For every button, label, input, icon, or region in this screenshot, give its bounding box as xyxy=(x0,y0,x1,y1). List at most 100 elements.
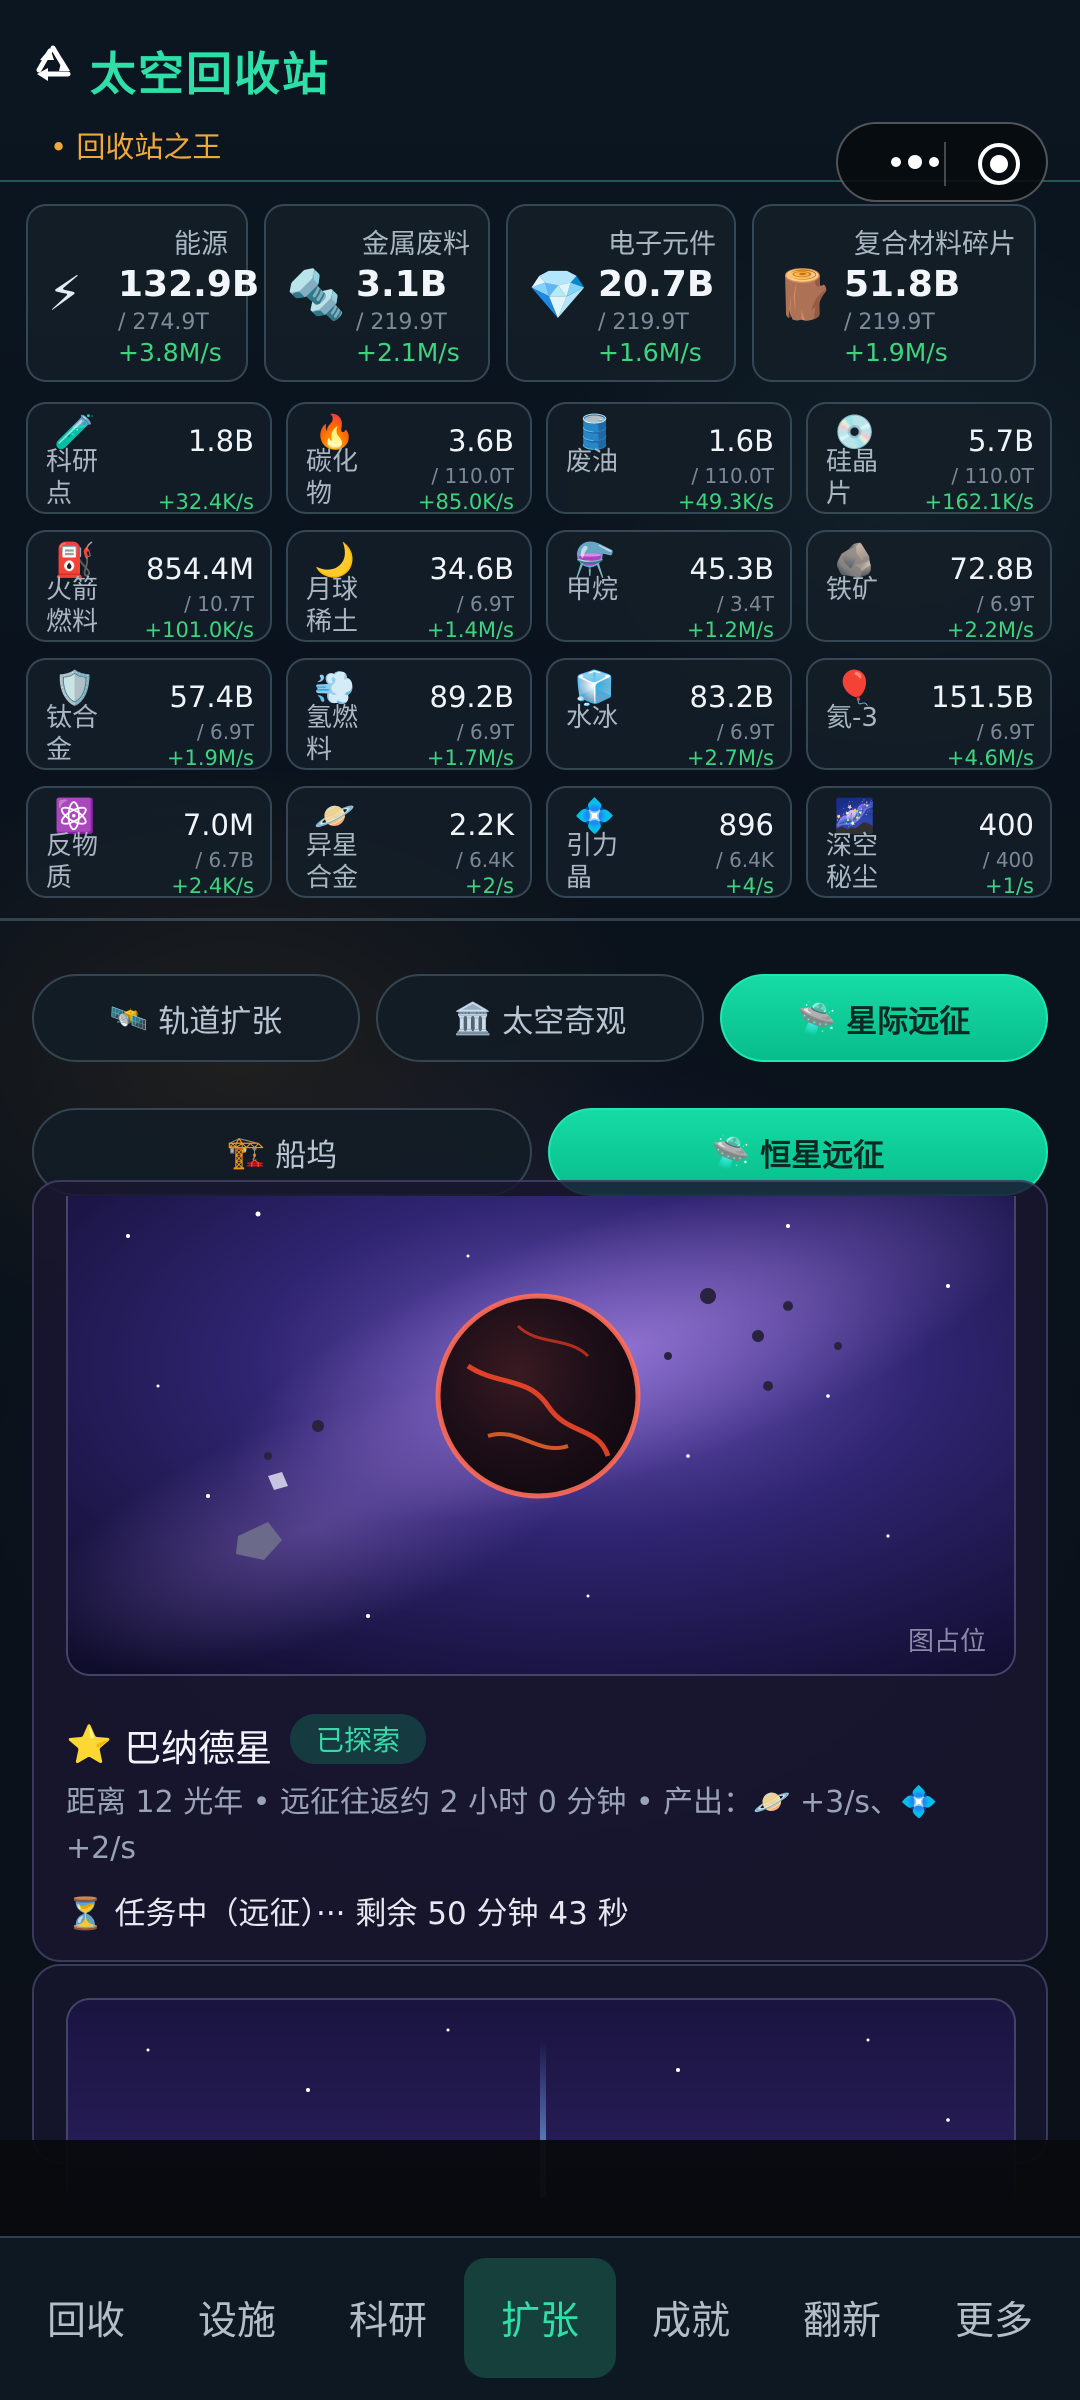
more-dots-icon[interactable] xyxy=(880,140,950,184)
resource-name: 钛合金 xyxy=(46,703,99,765)
satellite-icon: 🛰️ xyxy=(109,1000,149,1037)
classical-building-icon: 🏛️ xyxy=(453,1000,493,1037)
divider xyxy=(0,918,1080,921)
resource-value: 20.7B xyxy=(598,264,715,305)
nav-renovation[interactable]: 翻新 xyxy=(766,2258,918,2378)
status-text: 任务中（远征）··· 剩余 50 分钟 43 秒 xyxy=(114,1896,629,1932)
resource-value: 83.2B xyxy=(689,680,774,714)
resource-rate: +2/s xyxy=(465,874,514,898)
resource-rate: +85.0K/s xyxy=(417,490,514,514)
resource-capacity: / 6.9T xyxy=(456,720,514,744)
resource-rate: +32.4K/s xyxy=(157,490,254,514)
expedition-title: ⭐ 巴纳德星 xyxy=(66,1718,272,1772)
hourglass-icon: ⏳ xyxy=(66,1896,105,1932)
resource-value: 896 xyxy=(718,808,774,842)
app-screen: 太空回收站 • 回收站之王 ⚡ 能源 132.9B / 274.9T +3.8M/s 🔩 金… xyxy=(0,0,1080,2400)
tab-space-wonders[interactable]: 🏛️ 太空奇观 xyxy=(376,974,704,1062)
lightning-icon: ⚡ xyxy=(48,266,82,322)
resource-capacity: / 6.9T xyxy=(716,720,774,744)
resource-name: 反物质 xyxy=(46,831,99,893)
image-placeholder-label: 图占位 xyxy=(907,1627,986,1657)
resource-name: 碳化物 xyxy=(306,447,359,509)
resource-value: 854.4M xyxy=(145,552,254,586)
resource-capacity: / 400 xyxy=(982,848,1034,872)
subtab-label: 恒星远征 xyxy=(760,1137,885,1174)
resource-value: 3.1B xyxy=(356,264,448,305)
resource-capacity: / 6.9T xyxy=(456,592,514,616)
resource-card: 🎈 氦-3 151.5B/ 6.9T +4.6M/s xyxy=(806,658,1052,770)
resource-name: 废油 xyxy=(566,447,619,477)
resource-card: 🛢️ 废油 1.6B/ 110.0T +49.3K/s xyxy=(546,402,792,514)
resource-card: 🔥 碳化物 3.6B/ 110.0T +85.0K/s xyxy=(286,402,532,514)
nav-research[interactable]: 科研 xyxy=(312,2258,464,2378)
resource-capacity: / 219.9T xyxy=(844,310,935,335)
resource-capacity: / 6.4K xyxy=(715,848,774,872)
resource-card: 🪵 复合材料碎片 51.8B / 219.9T +1.9M/s xyxy=(752,204,1036,382)
resource-rate: +1.6M/s xyxy=(598,338,702,367)
star-icon: ⭐ xyxy=(66,1723,113,1766)
ufo-icon: 🛸 xyxy=(797,1000,837,1037)
resource-value: 1.6B xyxy=(707,424,774,458)
explored-badge: 已探索 xyxy=(290,1714,426,1764)
resource-rate: +2.7M/s xyxy=(686,746,774,770)
resource-name: 科研点 xyxy=(46,447,99,509)
tab-orbital-expansion[interactable]: 🛰️ 轨道扩张 xyxy=(32,974,360,1062)
star-name: 巴纳德星 xyxy=(124,1727,273,1770)
resource-name: 月球稀土 xyxy=(306,575,359,637)
resource-capacity: / 274.9T xyxy=(118,310,209,335)
resource-card: 🪨 铁矿 72.8B/ 6.9T +2.2M/s xyxy=(806,530,1052,642)
record-target-icon[interactable] xyxy=(976,141,1022,187)
nav-facilities[interactable]: 设施 xyxy=(161,2258,313,2378)
ufo-icon: 🛸 xyxy=(711,1134,751,1171)
resource-rate: +4/s xyxy=(725,874,774,898)
resource-rate: +49.3K/s xyxy=(677,490,774,514)
resource-rate: +1/s xyxy=(985,874,1034,898)
nav-more[interactable]: 更多 xyxy=(918,2258,1070,2378)
expedition-status: ⏳ 任务中（远征）··· 剩余 50 分钟 43 秒 xyxy=(66,1888,629,1933)
resource-name: 铁矿 xyxy=(826,575,879,605)
resource-card: 🧪 科研点 1.8B +32.4K/s xyxy=(26,402,272,514)
resource-value: 151.5B xyxy=(931,680,1034,714)
nav-achievements[interactable]: 成就 xyxy=(615,2258,767,2378)
resource-value: 3.6B xyxy=(447,424,514,458)
resource-capacity: / 110.0T xyxy=(431,464,514,488)
subtab-label: 船坞 xyxy=(275,1137,338,1174)
planet-illustration xyxy=(68,1196,1014,1674)
resource-name: 火箭燃料 xyxy=(46,575,99,637)
nav-expansion[interactable]: 扩张 xyxy=(464,2258,616,2378)
resource-name: 引力晶 xyxy=(566,831,619,893)
miniprogram-capsule xyxy=(836,122,1048,202)
tab-label: 太空奇观 xyxy=(502,1003,627,1040)
resource-card: ⛽ 火箭燃料 854.4M/ 10.7T +101.0K/s xyxy=(26,530,272,642)
resource-capacity: / 219.9T xyxy=(356,310,447,335)
expedition-image: 图占位 xyxy=(66,1196,1016,1676)
resource-rate: +162.1K/s xyxy=(924,490,1034,514)
resource-rate: +3.8M/s xyxy=(118,338,222,367)
resource-capacity: / 6.9T xyxy=(196,720,254,744)
resource-capacity: / 3.4T xyxy=(716,592,774,616)
resource-name: 复合材料碎片 xyxy=(854,229,1016,260)
resource-name: 水冰 xyxy=(566,703,619,733)
resource-card: 💠 引力晶 896/ 6.4K +4/s xyxy=(546,786,792,898)
bottom-navigation: 回收 设施 科研 扩张 成就 翻新 更多 xyxy=(0,2236,1080,2400)
resource-capacity: / 110.0T xyxy=(951,464,1034,488)
resource-card: ⚛️ 反物质 7.0M/ 6.7B +2.4K/s xyxy=(26,786,272,898)
resource-card: 🌌 深空秘尘 400/ 400 +1/s xyxy=(806,786,1052,898)
resource-value: 132.9B xyxy=(118,264,260,305)
resource-capacity: / 6.4K xyxy=(455,848,514,872)
resource-name: 硅晶片 xyxy=(826,447,879,509)
tab-interstellar-expedition[interactable]: 🛸 星际远征 xyxy=(720,974,1048,1062)
resource-name: 异星合金 xyxy=(306,831,359,893)
resource-card: 💨 氢燃料 89.2B/ 6.9T +1.7M/s xyxy=(286,658,532,770)
resource-name: 甲烷 xyxy=(566,575,619,605)
nav-recycle[interactable]: 回收 xyxy=(10,2258,162,2378)
bottom-fade xyxy=(0,2140,1080,2240)
resource-name: 氦-3 xyxy=(826,703,878,733)
gem-icon: 💎 xyxy=(528,267,588,323)
resource-rate: +2.1M/s xyxy=(356,338,460,367)
tab-label: 轨道扩张 xyxy=(158,1003,283,1040)
resource-card: ⚗️ 甲烷 45.3B/ 3.4T +1.2M/s xyxy=(546,530,792,642)
resource-value: 7.0M xyxy=(182,808,254,842)
resource-value: 89.2B xyxy=(429,680,514,714)
resource-card: ⚡ 能源 132.9B / 274.9T +3.8M/s xyxy=(26,204,259,382)
